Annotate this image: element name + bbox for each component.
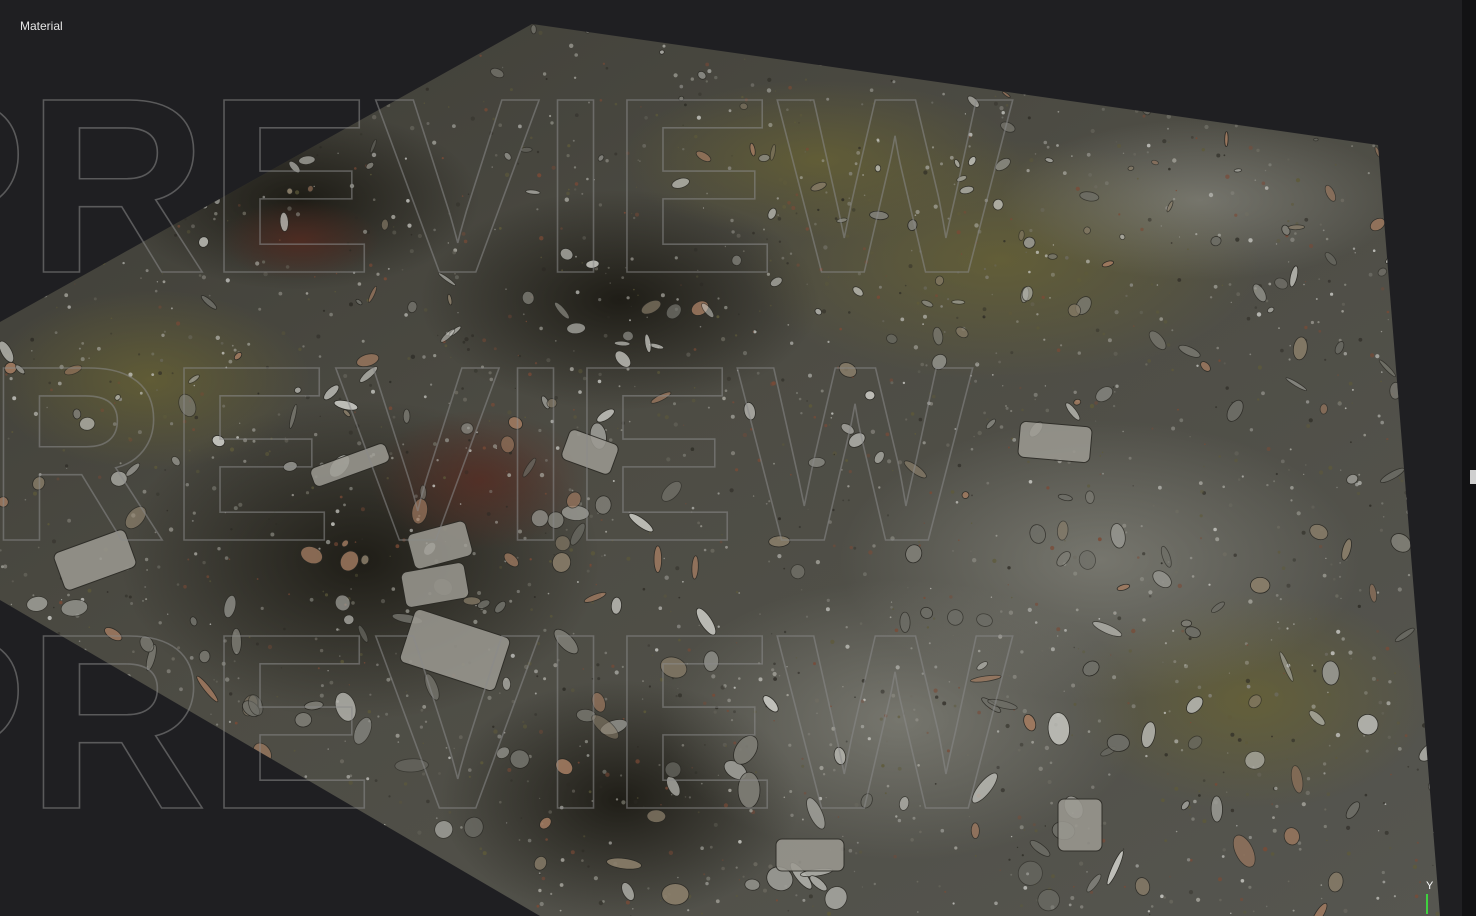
panel-resize-handle[interactable]	[1470, 470, 1476, 484]
material-preview-scene: PREVIEW PREVIEW PREVIEW	[0, 24, 1440, 916]
axis-gizmo: Y	[1420, 880, 1442, 914]
viewport-side-strip	[1462, 0, 1476, 916]
3d-viewport[interactable]: Material REVIEW REVIEW REVIEW Y	[0, 0, 1476, 916]
watermark-row-1: PREVIEW	[0, 46, 1013, 325]
watermark-row-2: PREVIEW	[0, 314, 973, 593]
axis-y-icon	[1426, 894, 1428, 914]
viewport-shading-label[interactable]: Material	[20, 19, 63, 33]
preview-watermark: PREVIEW PREVIEW PREVIEW	[0, 45, 1014, 862]
watermark-row-3: PREVIEW	[0, 582, 1013, 861]
